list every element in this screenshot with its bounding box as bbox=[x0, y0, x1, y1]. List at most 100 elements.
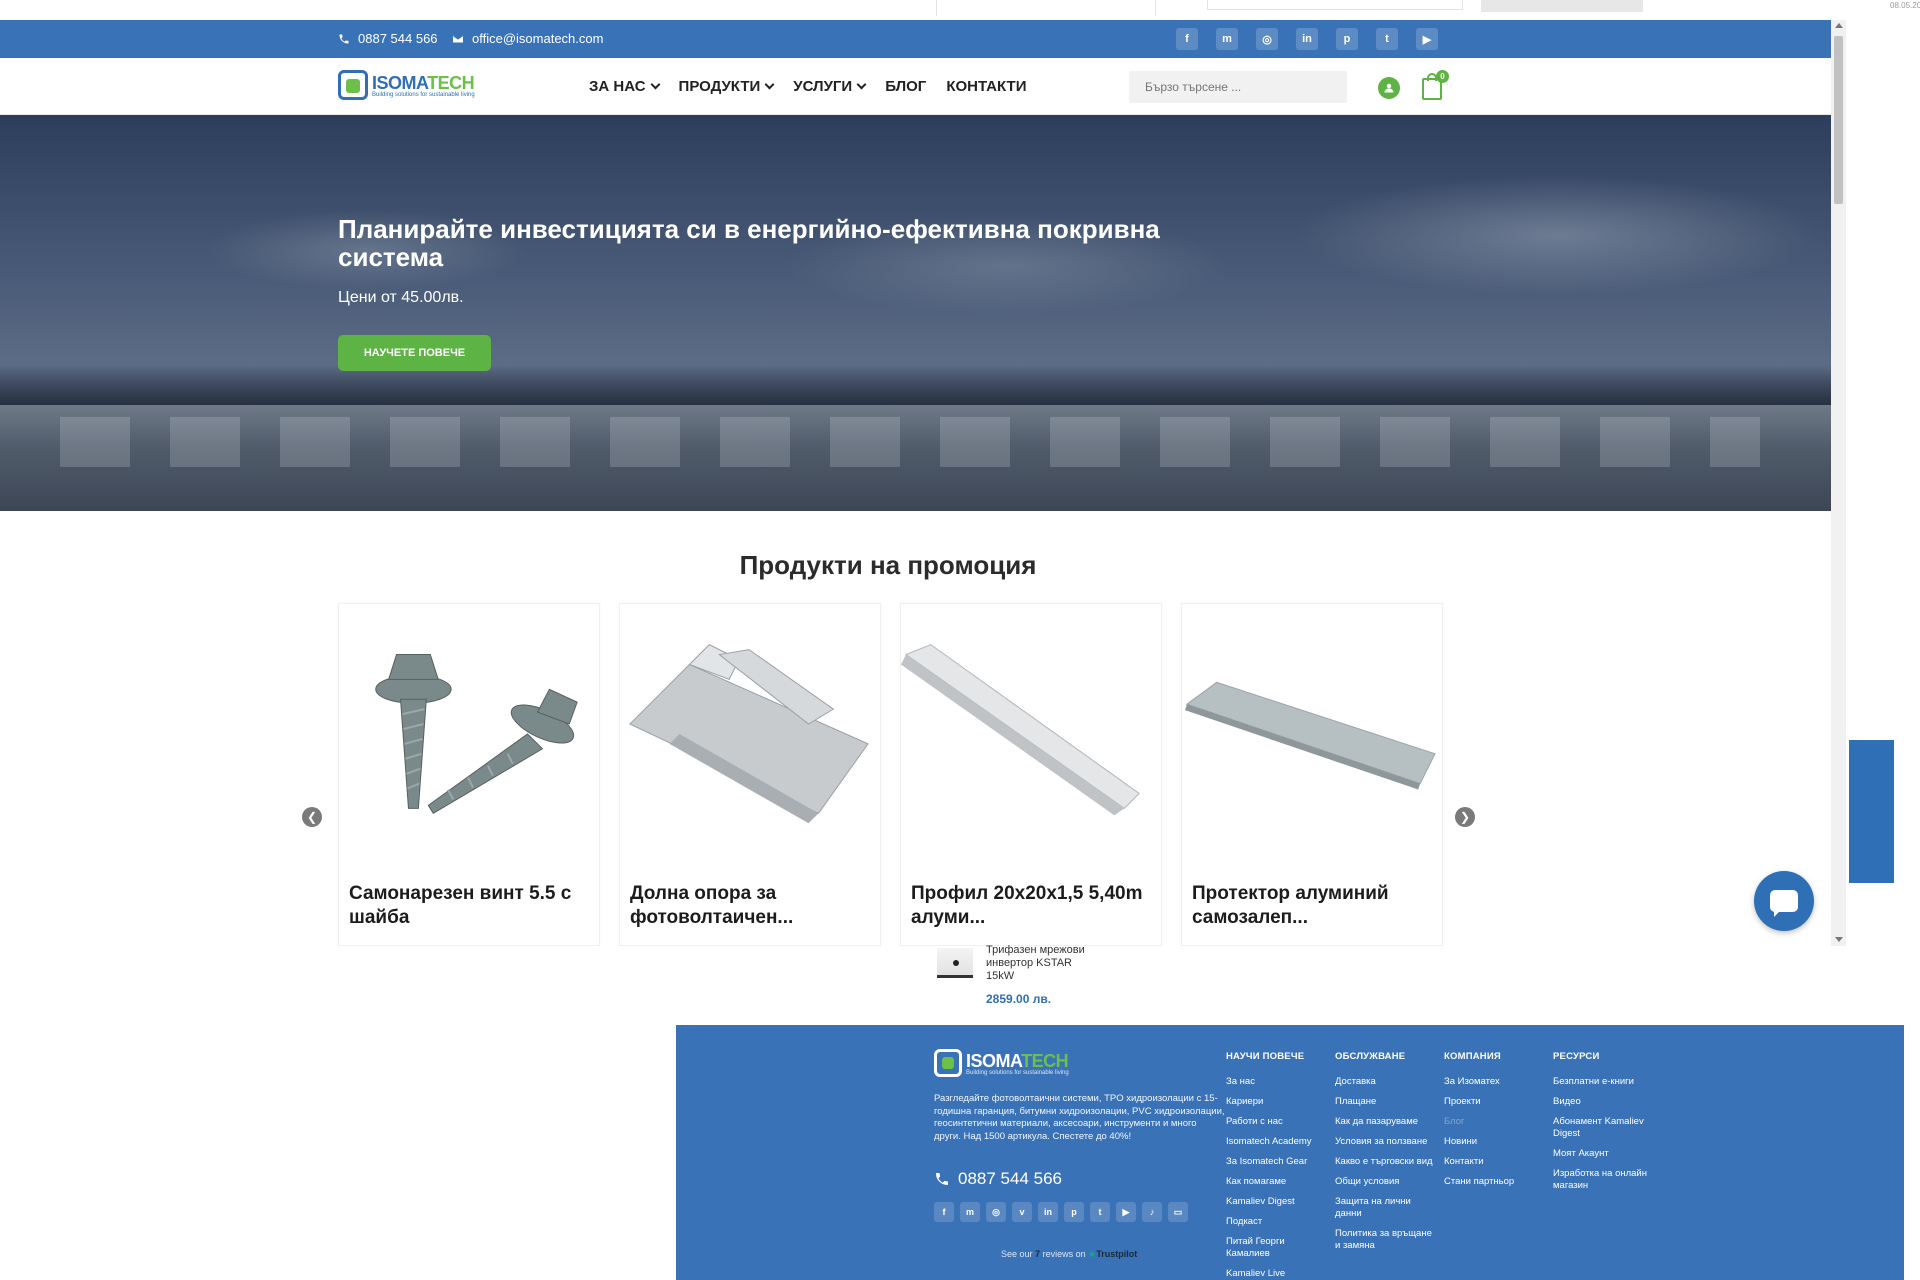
facebook-icon[interactable]: f bbox=[1176, 28, 1198, 50]
footer-social-links: f m ◎ v in p t ▶ ♪ ▭ bbox=[934, 1202, 1188, 1222]
main-navbar: ISOMATECH Building solutions for sustain… bbox=[0, 58, 1831, 115]
viber-icon[interactable]: v bbox=[1012, 1202, 1032, 1222]
footer-link[interactable]: Kamaliev Live bbox=[1226, 1268, 1326, 1280]
phone-contact[interactable]: 0887 544 566 bbox=[338, 31, 438, 46]
footer-link[interactable]: Плащане bbox=[1335, 1096, 1435, 1108]
email-address: office@isomatech.com bbox=[472, 31, 604, 46]
product-card[interactable]: Долна опора за фотоволтаичен... bbox=[619, 603, 881, 946]
footer-link[interactable]: Моят Акаунт bbox=[1553, 1148, 1653, 1160]
learn-more-button[interactable]: НАУЧЕТЕ ПОВЕЧЕ bbox=[338, 335, 491, 371]
menu-item-products[interactable]: ПРОДУКТИ bbox=[679, 78, 775, 95]
footer-link[interactable]: Как да пазаруваме bbox=[1335, 1116, 1435, 1128]
hero-title: Планирайте инвестицията си в енергийно-е… bbox=[338, 214, 1160, 272]
footer-link[interactable]: Кариери bbox=[1226, 1096, 1326, 1108]
product-name: Долна опора за фотоволтаичен... bbox=[630, 883, 794, 928]
footer-link[interactable]: За нас bbox=[1226, 1076, 1326, 1088]
footer-col-title: НАУЧИ ПОВЕЧЕ bbox=[1226, 1051, 1305, 1062]
mini-product-price: 2859.00 лв. bbox=[986, 992, 1052, 1006]
footer-link[interactable]: Контакти bbox=[1444, 1156, 1544, 1168]
background-card bbox=[1481, 0, 1643, 12]
social-links: f m ◎ in p t ▶ bbox=[1176, 28, 1438, 50]
footer-link[interactable]: Подкаст bbox=[1226, 1216, 1326, 1228]
linkedin-icon[interactable]: in bbox=[1038, 1202, 1058, 1222]
carousel-prev-button[interactable]: ❮ bbox=[302, 807, 322, 827]
messenger-icon[interactable]: m bbox=[1216, 28, 1238, 50]
footer-logo[interactable]: ISOMATECH Building solutions for sustain… bbox=[934, 1049, 1069, 1077]
pinterest-icon[interactable]: p bbox=[1064, 1202, 1084, 1222]
instagram-icon[interactable]: ◎ bbox=[986, 1202, 1006, 1222]
footer-link[interactable]: Защита на лични данни bbox=[1335, 1196, 1435, 1220]
trustpilot-widget[interactable]: See our 7 reviews on ★Trustpilot bbox=[1001, 1249, 1137, 1260]
mini-product-title: Трифазен мрежови инвертор KSTAR 15kW bbox=[986, 944, 1085, 982]
footer-link[interactable]: Абонамент Kamaliev Digest bbox=[1553, 1116, 1653, 1140]
cart-button[interactable]: 0 bbox=[1422, 70, 1449, 100]
twitter-icon[interactable]: t bbox=[1090, 1202, 1110, 1222]
scroll-up-icon[interactable] bbox=[1835, 23, 1843, 28]
footer-col-resources: РЕСУРСИ Безплатни е-книги Видео Абонамен… bbox=[1553, 1051, 1653, 1200]
site-logo[interactable]: ISOMATECH Building solutions for sustain… bbox=[338, 70, 475, 100]
scroll-down-icon[interactable] bbox=[1835, 937, 1843, 942]
frame-scrollbar[interactable] bbox=[1831, 20, 1846, 946]
footer-link[interactable]: За Изоматех bbox=[1444, 1076, 1544, 1088]
search-input[interactable] bbox=[1129, 71, 1347, 103]
menu-item-contacts[interactable]: КОНТАКТИ bbox=[946, 78, 1026, 95]
product-card[interactable]: Самонарезен винт 5.5 с шайба bbox=[338, 603, 600, 946]
email-contact[interactable]: office@isomatech.com bbox=[452, 31, 603, 46]
footer-phone[interactable]: 0887 544 566 bbox=[934, 1169, 1062, 1189]
footer-link[interactable]: Условия за ползване bbox=[1335, 1136, 1435, 1148]
account-button[interactable] bbox=[1378, 77, 1400, 99]
mini-product-item[interactable]: Трифазен мрежови инвертор KSTAR 15kW 285… bbox=[935, 944, 1175, 1014]
product-card[interactable]: Профил 20х20х1,5 5,40m алуми... bbox=[900, 603, 1162, 946]
footer-link[interactable]: Работи с нас bbox=[1226, 1116, 1326, 1128]
hero-roof bbox=[0, 405, 1831, 511]
footer-link[interactable]: Доставка bbox=[1335, 1076, 1435, 1088]
chevron-right-icon: ❯ bbox=[1459, 810, 1471, 824]
messenger-icon[interactable]: m bbox=[960, 1202, 980, 1222]
footer-link[interactable]: За Isomatech Gear bbox=[1226, 1156, 1326, 1168]
youtube-icon[interactable]: ▶ bbox=[1116, 1202, 1136, 1222]
tiktok-icon[interactable]: ♪ bbox=[1142, 1202, 1162, 1222]
footer-phone-number: 0887 544 566 bbox=[958, 1169, 1062, 1188]
footer-link[interactable]: Как помагаме bbox=[1226, 1176, 1326, 1188]
footer-link[interactable]: Политика за връщане и замяна bbox=[1335, 1228, 1435, 1252]
twitter-icon[interactable]: t bbox=[1376, 28, 1398, 50]
menu-item-blog[interactable]: БЛОГ bbox=[885, 78, 926, 95]
side-feedback-tab[interactable] bbox=[1849, 740, 1894, 883]
footer-link[interactable]: Изработка на онлайн магазин bbox=[1553, 1168, 1653, 1192]
youtube-icon[interactable]: ▶ bbox=[1416, 28, 1438, 50]
background-strip: 08.05.2023 bbox=[0, 0, 1920, 20]
chevron-down-icon bbox=[764, 79, 775, 90]
footer-link[interactable]: Проекти bbox=[1444, 1096, 1544, 1108]
envelope-icon bbox=[453, 35, 463, 42]
linkedin-icon[interactable]: in bbox=[1296, 28, 1318, 50]
background-card bbox=[1207, 0, 1463, 10]
footer-link[interactable]: Kamaliev Digest bbox=[1226, 1196, 1326, 1208]
logo-tagline: Building solutions for sustainable livin… bbox=[372, 91, 475, 98]
pinterest-icon[interactable]: p bbox=[1336, 28, 1358, 50]
logo-wordmark: ISOMATECH bbox=[372, 72, 475, 93]
facebook-icon[interactable]: f bbox=[934, 1202, 954, 1222]
footer-link[interactable]: Безплатни е-книги bbox=[1553, 1076, 1653, 1088]
phone-number: 0887 544 566 bbox=[358, 31, 438, 46]
menu-item-about[interactable]: ЗА НАС bbox=[589, 78, 660, 95]
footer-link[interactable]: Новини bbox=[1444, 1136, 1544, 1148]
logo-mark-icon bbox=[934, 1049, 962, 1077]
background-card-date: 08.05.2023 bbox=[1890, 1, 1920, 10]
footer-link[interactable]: Видео bbox=[1553, 1096, 1653, 1108]
menu-item-services[interactable]: УСЛУГИ bbox=[793, 78, 867, 95]
site-frame: 0887 544 566 office@isomatech.com f m ◎ … bbox=[0, 20, 1846, 946]
footer-col-company: КОМПАНИЯ За Изоматех Проекти Блог Новини… bbox=[1444, 1051, 1544, 1196]
chat-button[interactable] bbox=[1754, 871, 1814, 931]
footer-link[interactable]: Блог bbox=[1444, 1116, 1544, 1128]
footer-link[interactable]: Стани партньор bbox=[1444, 1176, 1544, 1188]
footer-link[interactable]: Isomatech Academy bbox=[1226, 1136, 1326, 1148]
footer-link[interactable]: Общи условия bbox=[1335, 1176, 1435, 1188]
carousel-next-button[interactable]: ❯ bbox=[1455, 807, 1475, 827]
product-card[interactable]: Протектор алуминий самозалеп... bbox=[1181, 603, 1443, 946]
chevron-left-icon: ❮ bbox=[306, 810, 318, 824]
footer-link[interactable]: Какво е търговски вид bbox=[1335, 1156, 1435, 1168]
footer-link[interactable]: Питай Георги Камалиев bbox=[1226, 1236, 1326, 1260]
scroll-thumb[interactable] bbox=[1834, 36, 1843, 204]
instagram-icon[interactable]: ◎ bbox=[1256, 28, 1278, 50]
chat-icon[interactable]: ▭ bbox=[1168, 1202, 1188, 1222]
